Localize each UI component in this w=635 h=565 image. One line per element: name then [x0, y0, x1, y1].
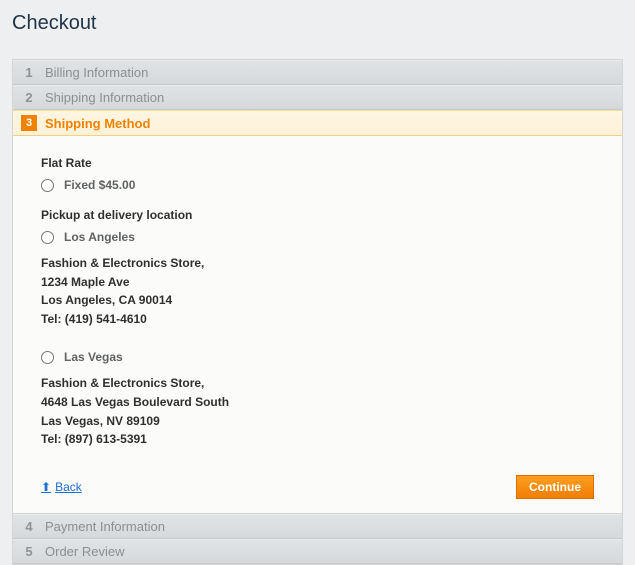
flat-rate-option-row[interactable]: Fixed $45.00 [41, 178, 594, 192]
addr-line: Las Vegas, NV 89109 [41, 412, 594, 431]
flat-rate-label: Fixed $45.00 [64, 178, 135, 192]
pickup-la-row[interactable]: Los Angeles [41, 230, 594, 244]
addr-line: Tel: (419) 541-4610 [41, 310, 594, 329]
addr-line: Los Angeles, CA 90014 [41, 291, 594, 310]
step-billing-title: Billing Information [45, 65, 148, 80]
step-billing-num: 1 [21, 65, 37, 80]
pickup-lv-radio[interactable] [41, 351, 54, 364]
step-review-header[interactable]: 5 Order Review [13, 539, 622, 564]
pickup-lv-label: Las Vegas [64, 350, 123, 364]
pickup-heading: Pickup at delivery location [41, 208, 594, 222]
addr-line: Tel: (897) 613-5391 [41, 430, 594, 449]
pickup-lv-row[interactable]: Las Vegas [41, 350, 594, 364]
continue-button[interactable]: Continue [516, 475, 594, 499]
step-method-num: 3 [21, 115, 37, 131]
step-payment-num: 4 [21, 519, 37, 534]
step-shipping-header[interactable]: 2 Shipping Information [13, 85, 622, 110]
step-payment-header[interactable]: 4 Payment Information [13, 514, 622, 539]
step-review-num: 5 [21, 544, 37, 559]
flat-rate-heading: Flat Rate [41, 156, 594, 170]
step-shipping-num: 2 [21, 90, 37, 105]
arrow-up-icon: ⬆ [41, 480, 51, 494]
addr-line: 4648 Las Vegas Boulevard South [41, 393, 594, 412]
step-method-body: Flat Rate Fixed $45.00 Pickup at deliver… [13, 136, 622, 514]
step-method-header[interactable]: 3 Shipping Method [13, 110, 622, 136]
pickup-la-radio[interactable] [41, 231, 54, 244]
step-method-title: Shipping Method [45, 116, 150, 131]
checkout-steps: 1 Billing Information 2 Shipping Informa… [12, 59, 623, 565]
back-link-label: Back [55, 480, 82, 494]
step-billing-header[interactable]: 1 Billing Information [13, 60, 622, 85]
step-shipping-title: Shipping Information [45, 90, 164, 105]
pickup-la-address: Fashion & Electronics Store, 1234 Maple … [41, 254, 594, 328]
addr-line: Fashion & Electronics Store, [41, 374, 594, 393]
addr-line: 1234 Maple Ave [41, 273, 594, 292]
page-title: Checkout [12, 10, 623, 35]
addr-line: Fashion & Electronics Store, [41, 254, 594, 273]
step-payment-title: Payment Information [45, 519, 165, 534]
back-link[interactable]: ⬆ Back [41, 480, 82, 494]
pickup-lv-address: Fashion & Electronics Store, 4648 Las Ve… [41, 374, 594, 448]
step-footer: ⬆ Back Continue [41, 475, 594, 499]
step-review-title: Order Review [45, 544, 124, 559]
pickup-la-label: Los Angeles [64, 230, 135, 244]
flat-rate-radio[interactable] [41, 179, 54, 192]
